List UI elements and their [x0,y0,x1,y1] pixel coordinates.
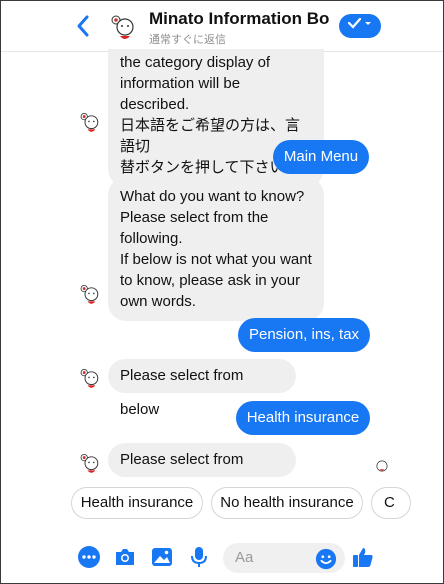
image-icon[interactable] [150,545,174,569]
quick-reply-health-insurance[interactable]: Health insurance [71,487,203,519]
chat-title: Minato Information Bo... [149,9,329,28]
bot-avatar [80,113,99,132]
thumbs-up-icon[interactable] [351,545,375,569]
message-line: information will be described. [120,75,241,113]
quick-reply-partial[interactable]: C [371,487,411,519]
user-message: Pension, ins, tax [238,318,370,352]
checkmark-icon [347,17,371,29]
bot-message: Please select from below [108,359,296,418]
message-line: the category display of [120,54,271,71]
messenger-window: Minato Information Bo... 通常すぐに返信 the cat… [0,0,444,584]
bot-avatar [80,454,99,473]
microphone-icon[interactable] [187,545,211,569]
bot-message: What do you want to know? Please select … [108,177,324,321]
emoji-icon[interactable] [315,548,337,570]
message-line: following. [120,230,183,247]
back-button[interactable] [76,15,96,37]
message-line: to know, please ask in your [120,272,301,289]
chat-status: 通常すぐに返信 [149,34,226,46]
user-message: Health insurance [236,401,370,435]
camera-icon[interactable] [113,545,137,569]
check-menu-button[interactable] [339,14,381,38]
message-line: Please select from the [120,209,269,226]
bot-message: Please select from below [108,443,296,502]
read-receipt-avatar [376,460,388,472]
message-line: What do you want to know? [120,188,305,205]
bot-avatar[interactable] [107,13,137,43]
quick-replies: Health insurance No health insurance C [1,487,443,519]
message-line: own words. [120,293,196,310]
chat-header: Minato Information Bo... 通常すぐに返信 [1,1,443,52]
quick-reply-no-health-insurance[interactable]: No health insurance [211,487,363,519]
bot-avatar [80,369,99,388]
user-message: Main Menu [273,140,369,174]
chevron-left-icon [77,15,89,37]
composer-bar: Aa [1,535,443,583]
more-icon[interactable] [77,545,101,569]
bot-avatar [80,285,99,304]
message-line: If below is not what you want [120,251,312,268]
